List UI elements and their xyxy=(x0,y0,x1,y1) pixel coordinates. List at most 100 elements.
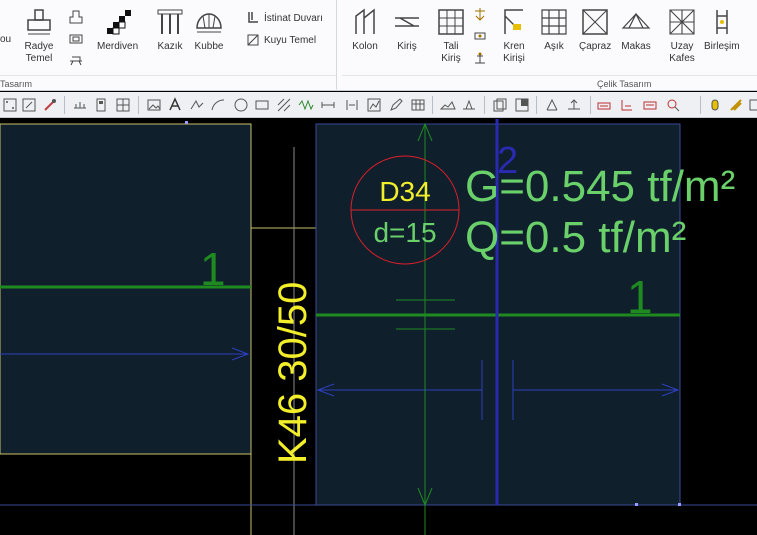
polyline-icon[interactable] xyxy=(189,97,205,113)
crane-beam-button[interactable]: Kren Kirişi xyxy=(499,6,529,65)
section-icon[interactable] xyxy=(344,97,360,113)
toolbar-separator xyxy=(700,96,701,114)
beam-label: K46 30/50 xyxy=(271,282,315,464)
pile-cap-button[interactable] xyxy=(68,53,84,74)
crane-beam-label-1: Kren xyxy=(503,41,525,52)
column-icon[interactable] xyxy=(93,97,109,113)
circle-icon[interactable] xyxy=(233,97,249,113)
purlin-button[interactable]: Aşık xyxy=(539,6,569,53)
node-icon[interactable] xyxy=(115,97,131,113)
tie-beam-button[interactable] xyxy=(68,31,84,52)
toolbar-separator xyxy=(590,96,591,114)
table-icon[interactable] xyxy=(410,97,426,113)
bar-label-icon[interactable] xyxy=(642,97,658,113)
anchor-icon xyxy=(475,8,485,21)
text-icon[interactable] xyxy=(167,97,183,113)
steel-tool-1-button[interactable] xyxy=(472,6,488,27)
space-frame-button[interactable]: Uzay Kafes xyxy=(667,6,697,65)
raft-foundation-label-2: Temel xyxy=(25,53,53,64)
drawing-canvas[interactable]: D34 d=15 G=0.545 tf/m² Q=0.5 tf/m² 2 1 1… xyxy=(0,119,757,535)
plan-drawing: D34 d=15 G=0.545 tf/m² Q=0.5 tf/m² 2 1 1… xyxy=(0,119,757,535)
stairs-label: Merdiven xyxy=(97,41,139,52)
image-icon[interactable] xyxy=(146,97,162,113)
connection-label: Birleşim xyxy=(704,41,740,52)
ribbon-group-steel-design: Kolon Kiriş Tali Kiriş Kren Kirişi Aşık … xyxy=(342,0,757,91)
partial-button-label: ou xyxy=(0,34,12,45)
stairs-button[interactable]: Merdiven xyxy=(97,6,138,53)
footing-icon xyxy=(69,10,83,24)
terrain-icon[interactable] xyxy=(439,97,456,113)
chart-icon[interactable] xyxy=(366,97,382,113)
steel-beam-button[interactable]: Kiriş xyxy=(392,6,422,53)
toolbar-separator xyxy=(536,96,537,114)
raft-foundation-button[interactable]: Radye Temel xyxy=(24,6,54,65)
layers-icon[interactable] xyxy=(514,97,530,113)
view-icon[interactable] xyxy=(461,97,477,113)
tie-beam-icon xyxy=(69,34,83,44)
move-icon[interactable] xyxy=(544,97,560,113)
ribbon-group-design: ou Radye Temel Merdiven Kazık Kubbe İsti… xyxy=(0,0,337,91)
retaining-wall-icon xyxy=(248,12,258,23)
pile-icon xyxy=(157,9,183,34)
purlin-icon xyxy=(541,9,567,35)
slab-thickness-label: d=15 xyxy=(373,217,436,248)
live-load-label: Q=0.5 tf/m² xyxy=(465,213,686,262)
ribbon-partial-button[interactable]: ou xyxy=(0,34,11,45)
mirror-icon[interactable] xyxy=(596,97,612,113)
dimension-icon[interactable] xyxy=(320,97,336,113)
retaining-wall-button[interactable]: İstinat Duvarı xyxy=(245,10,323,26)
axis-label-1-left: 1 xyxy=(200,243,226,295)
slab-id-label: D34 xyxy=(379,176,430,207)
axis-label-1-right: 1 xyxy=(627,271,653,323)
more-tools-icon[interactable] xyxy=(748,97,757,113)
lock-icon[interactable] xyxy=(707,97,723,113)
connection-button[interactable]: Birleşim xyxy=(704,6,740,53)
space-frame-label-2: Kafes xyxy=(669,53,695,64)
well-foundation-button[interactable]: Kuyu Temel xyxy=(245,32,316,48)
secondary-beam-button[interactable]: Tali Kiriş xyxy=(436,6,466,65)
steel-column-label: Kolon xyxy=(352,41,378,52)
well-foundation-label: Kuyu Temel xyxy=(264,34,317,46)
steel-beam-label: Kiriş xyxy=(397,41,417,52)
toolbar-separator xyxy=(138,96,139,114)
rectangle-icon[interactable] xyxy=(254,97,270,113)
dome-button[interactable]: Kubbe xyxy=(194,6,224,53)
secondary-beam-icon xyxy=(438,9,464,35)
copy-icon[interactable] xyxy=(566,97,582,113)
bracing-button[interactable]: Çapraz xyxy=(579,6,611,53)
retaining-wall-label: İstinat Duvarı xyxy=(264,12,323,24)
steel-tool-2-button[interactable] xyxy=(472,28,488,49)
secondary-beam-label-2: Kiriş xyxy=(441,53,461,64)
toolbar-separator xyxy=(484,96,485,114)
purlin-label: Aşık xyxy=(544,41,564,52)
axis-label-2: 2 xyxy=(497,140,518,182)
label-icon[interactable] xyxy=(619,97,635,113)
drawing-toolbar xyxy=(0,92,757,118)
grid-dots-icon[interactable] xyxy=(2,97,18,113)
stairs-icon xyxy=(106,10,131,35)
wave-icon[interactable] xyxy=(298,97,314,113)
bracing-label: Çapraz xyxy=(579,41,612,52)
hatch-icon[interactable] xyxy=(276,97,292,113)
brush-icon[interactable] xyxy=(42,97,58,113)
steel-tool-3-button[interactable] xyxy=(472,50,488,71)
grip-marker[interactable] xyxy=(678,503,681,506)
truss-button[interactable]: Makas xyxy=(621,6,651,53)
arc-icon[interactable] xyxy=(210,97,226,113)
grip-marker[interactable] xyxy=(635,503,638,506)
toolbar-separator xyxy=(64,96,65,114)
steel-column-button[interactable]: Kolon xyxy=(350,6,380,53)
align-icon[interactable] xyxy=(728,97,744,113)
ruler-icon[interactable] xyxy=(72,97,88,113)
steel-beam-icon xyxy=(395,17,419,27)
pile-cap-icon xyxy=(70,56,82,66)
footing-button[interactable] xyxy=(68,9,84,30)
zoom-icon[interactable] xyxy=(665,97,681,113)
edit-icon[interactable] xyxy=(388,97,404,113)
truss-icon xyxy=(621,12,651,29)
grip-marker[interactable] xyxy=(185,121,188,124)
snap-icon[interactable] xyxy=(21,97,37,113)
well-foundation-icon xyxy=(247,34,259,46)
window-icon[interactable] xyxy=(492,97,508,113)
pile-button[interactable]: Kazık xyxy=(155,6,185,53)
